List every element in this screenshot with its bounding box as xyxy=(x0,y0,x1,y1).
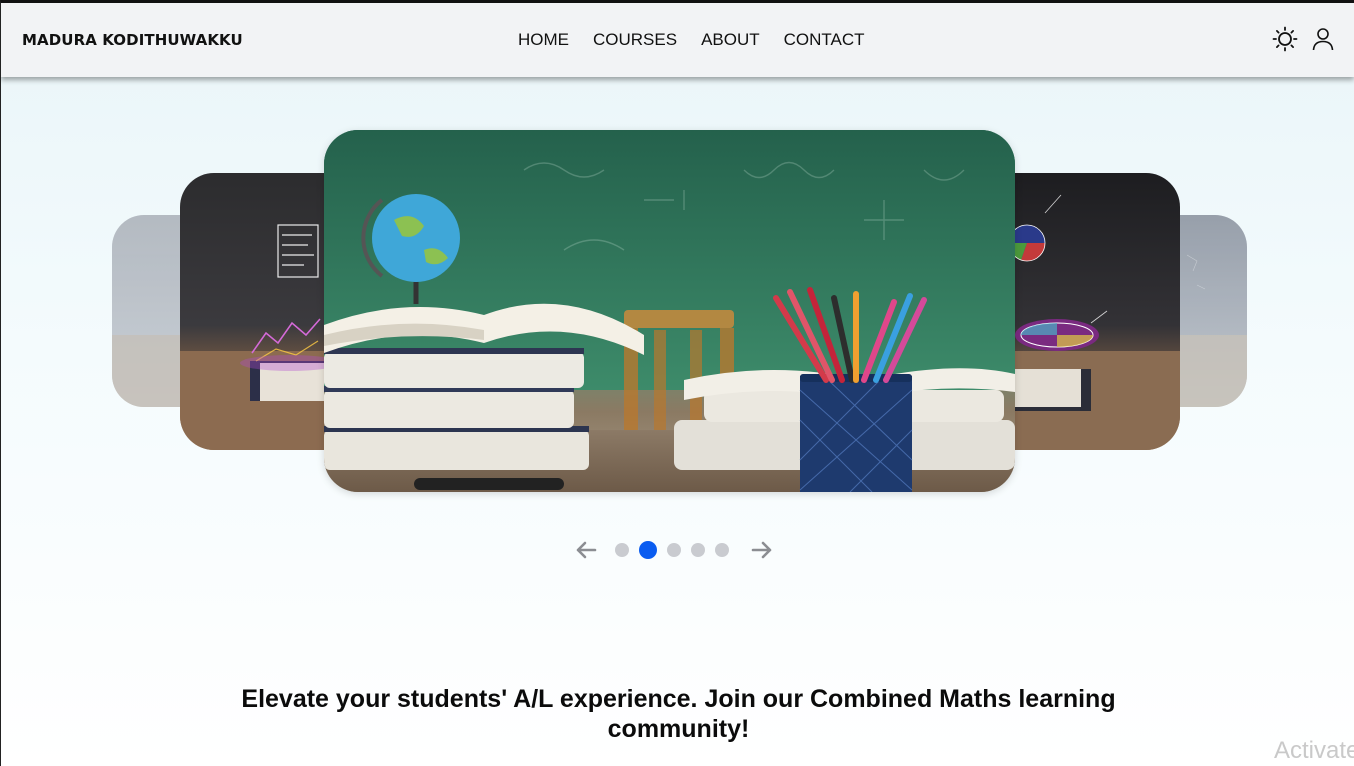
arrow-right-icon xyxy=(751,541,772,559)
carousel-next-button[interactable] xyxy=(747,535,777,565)
user-icon xyxy=(1312,28,1334,51)
nav-icons xyxy=(1272,26,1336,52)
carousel-slide-active[interactable] xyxy=(324,130,1015,492)
carousel-pagination xyxy=(615,541,729,559)
brand-logo-text[interactable]: MADURA KODITHUWAKKU xyxy=(22,31,243,49)
nav-courses[interactable]: COURSES xyxy=(593,30,677,50)
nav-about[interactable]: ABOUT xyxy=(701,30,760,50)
navbar: MADURA KODITHUWAKKU HOME COURSES ABOUT C… xyxy=(1,3,1354,77)
account-button[interactable] xyxy=(1310,26,1336,52)
carousel-dot-1[interactable] xyxy=(615,543,629,557)
hero-carousel xyxy=(1,3,1354,766)
arrow-left-icon xyxy=(576,541,597,559)
carousel-dot-5[interactable] xyxy=(715,543,729,557)
windows-activation-watermark: Activate xyxy=(1274,737,1354,764)
theme-toggle-button[interactable] xyxy=(1272,26,1298,52)
main-nav: HOME COURSES ABOUT CONTACT xyxy=(518,30,865,50)
carousel-controls xyxy=(571,535,791,565)
nav-home[interactable]: HOME xyxy=(518,30,569,50)
carousel-dot-4[interactable] xyxy=(691,543,705,557)
carousel-prev-button[interactable] xyxy=(571,535,601,565)
classroom-books-image xyxy=(324,130,1015,492)
carousel-dot-2[interactable] xyxy=(639,541,657,559)
hero-tagline: Elevate your students' A/L experience. J… xyxy=(241,685,1116,743)
sun-icon xyxy=(1272,26,1298,52)
page: MADURA KODITHUWAKKU HOME COURSES ABOUT C… xyxy=(0,0,1354,766)
carousel-dot-3[interactable] xyxy=(667,543,681,557)
nav-contact[interactable]: CONTACT xyxy=(784,30,865,50)
